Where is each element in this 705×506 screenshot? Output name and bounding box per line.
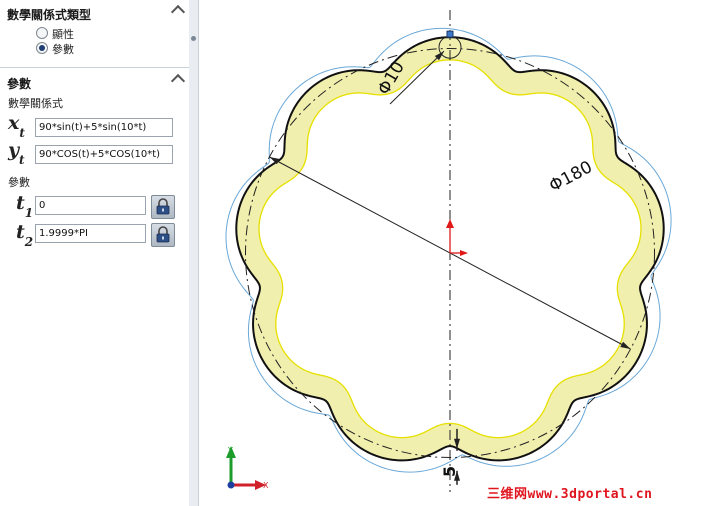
- panel-splitter[interactable]: [189, 0, 199, 506]
- dimension-label-180[interactable]: Φ180: [546, 157, 596, 196]
- lock-icon: [156, 198, 170, 215]
- property-panel: 數學關係式類型 顯性 參數 參數 數學關係式 xt 90*sin(t)+5*si…: [0, 0, 190, 506]
- t2-symbol: t2: [16, 221, 34, 249]
- construction-offset-outer: [225, 27, 672, 473]
- triad-x-label: X: [263, 481, 269, 490]
- t2-symbol-main: t: [16, 221, 25, 243]
- t1-symbol: t1: [16, 192, 34, 220]
- sketch-handle[interactable]: [446, 30, 454, 38]
- yt-symbol-main: y: [8, 139, 20, 161]
- equation-label: 數學關係式: [8, 97, 63, 110]
- lock-t1-button[interactable]: [151, 195, 175, 219]
- chevron-up-icon[interactable]: [170, 73, 186, 89]
- sketch-canvas[interactable]: Φ180 Φ10 5 Y X: [199, 0, 705, 506]
- splitter-grip[interactable]: [191, 36, 196, 41]
- xt-symbol: xt: [8, 112, 25, 140]
- t1-field[interactable]: 0: [35, 196, 146, 215]
- radio-label-parametric: 參數: [52, 43, 74, 56]
- parameters-header[interactable]: 參數: [0, 72, 189, 92]
- t2-field[interactable]: 1.9999*PI: [35, 224, 146, 243]
- yt-equation-field[interactable]: 90*COS(t)+5*COS(10*t): [35, 145, 173, 164]
- triad-icon: Y X: [226, 446, 269, 490]
- section-title-equation-type: 數學關係式類型: [7, 8, 92, 22]
- chevron-up-icon[interactable]: [170, 4, 186, 20]
- lock-t2-button[interactable]: [151, 223, 175, 247]
- yt-symbol-sub: t: [19, 152, 25, 167]
- radio-label-explicit: 顯性: [52, 28, 74, 41]
- dimension-label-5[interactable]: 5: [440, 466, 459, 477]
- t1-symbol-sub: 1: [24, 205, 34, 220]
- radio-icon[interactable]: [36, 27, 48, 39]
- xt-equation-field[interactable]: 90*sin(t)+5*sin(10*t): [35, 118, 173, 137]
- radio-icon[interactable]: [36, 42, 48, 54]
- t2-symbol-sub: 2: [24, 234, 34, 249]
- origin-icon: [446, 219, 468, 256]
- triad-y-label: Y: [227, 446, 233, 455]
- xt-symbol-sub: t: [19, 125, 25, 140]
- yt-symbol: yt: [8, 139, 25, 167]
- parameter-label: 參數: [8, 176, 30, 189]
- xt-symbol-main: x: [8, 112, 20, 134]
- section-divider: [0, 67, 189, 68]
- section-title-parameters: 參數: [7, 77, 32, 91]
- lock-icon: [156, 226, 170, 243]
- t1-symbol-main: t: [16, 192, 25, 214]
- watermark: 三维网www.3dportal.cn: [487, 487, 653, 502]
- equation-type-header[interactable]: 數學關係式類型: [0, 3, 189, 23]
